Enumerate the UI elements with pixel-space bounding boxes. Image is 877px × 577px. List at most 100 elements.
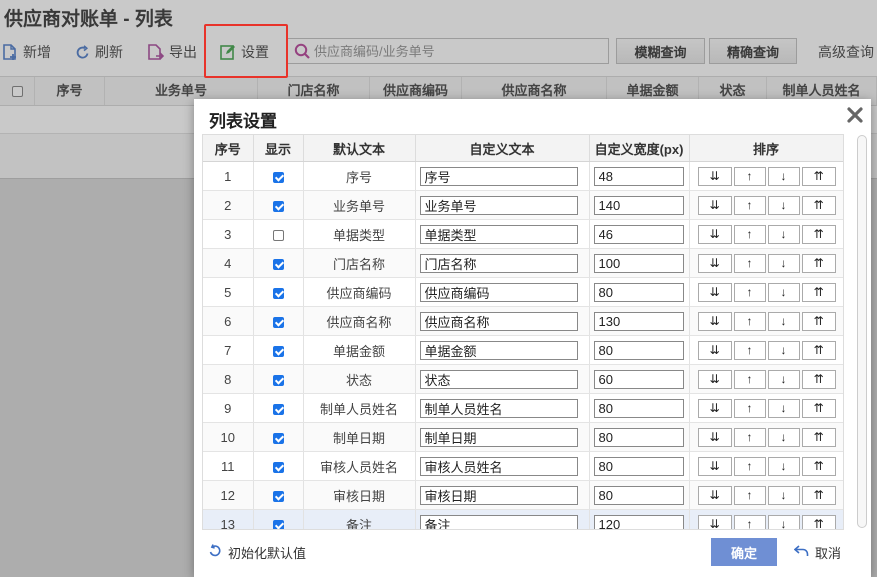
move-up-button[interactable]: ↑ (733, 398, 766, 418)
custom-text-input[interactable] (419, 485, 578, 505)
move-top-button[interactable]: ⇊ (697, 485, 732, 505)
init-default-button[interactable]: 初始化默认值 (208, 543, 306, 562)
move-up-button[interactable]: ↑ (733, 456, 766, 476)
move-down-button[interactable]: ↓ (767, 398, 800, 418)
move-bottom-button[interactable]: ⇈ (801, 166, 836, 186)
move-down-button[interactable]: ↓ (767, 340, 800, 360)
show-checkbox[interactable] (272, 519, 284, 529)
move-bottom-button[interactable]: ⇈ (801, 485, 836, 505)
move-up-button[interactable]: ↑ (733, 514, 766, 529)
custom-text-input[interactable] (419, 369, 578, 389)
move-top-button[interactable]: ⇊ (697, 369, 732, 389)
custom-width-input[interactable] (593, 166, 684, 186)
move-down-button[interactable]: ↓ (767, 369, 800, 389)
move-up-button[interactable]: ↑ (733, 427, 766, 447)
show-checkbox[interactable] (272, 345, 284, 357)
custom-width-input[interactable] (593, 427, 684, 447)
show-checkbox[interactable] (272, 461, 284, 473)
vertical-scrollbar[interactable] (857, 135, 867, 528)
custom-text-input[interactable] (419, 282, 578, 302)
show-checkbox[interactable] (272, 432, 284, 444)
move-top-button[interactable]: ⇊ (697, 282, 732, 302)
move-up-button[interactable]: ↑ (733, 282, 766, 302)
custom-width-input[interactable] (593, 311, 684, 331)
custom-width-input[interactable] (593, 253, 684, 273)
custom-width-input[interactable] (593, 456, 684, 476)
move-down-button[interactable]: ↓ (767, 224, 800, 244)
show-checkbox[interactable] (272, 490, 284, 502)
move-bottom-button[interactable]: ⇈ (801, 427, 836, 447)
custom-width-input[interactable] (593, 282, 684, 302)
move-down-button[interactable]: ↓ (767, 195, 800, 215)
custom-text-input[interactable] (419, 427, 578, 447)
move-up-button[interactable]: ↑ (733, 253, 766, 273)
move-up-button[interactable]: ↑ (733, 166, 766, 186)
move-bottom-button[interactable]: ⇈ (801, 311, 836, 331)
custom-text-input[interactable] (419, 340, 578, 360)
custom-width-input[interactable] (593, 398, 684, 418)
move-bottom-button[interactable]: ⇈ (801, 282, 836, 302)
move-down-button[interactable]: ↓ (767, 456, 800, 476)
move-bottom-button[interactable]: ⇈ (801, 514, 836, 529)
row-custom-text-cell (415, 451, 590, 481)
move-top-button[interactable]: ⇊ (697, 427, 732, 447)
show-checkbox[interactable] (272, 171, 284, 183)
move-down-button[interactable]: ↓ (767, 166, 800, 186)
move-down-button[interactable]: ↓ (767, 311, 800, 331)
custom-text-input[interactable] (419, 514, 578, 529)
show-checkbox[interactable] (272, 258, 284, 270)
close-icon[interactable] (847, 107, 863, 123)
show-checkbox[interactable] (272, 287, 284, 299)
custom-text-input[interactable] (419, 166, 578, 186)
move-top-button[interactable]: ⇊ (697, 514, 732, 529)
show-checkbox[interactable] (272, 229, 284, 241)
custom-width-input[interactable] (593, 340, 684, 360)
move-top-button[interactable]: ⇊ (697, 340, 732, 360)
move-top-button[interactable]: ⇊ (697, 224, 732, 244)
show-checkbox[interactable] (272, 316, 284, 328)
custom-text-input[interactable] (419, 398, 578, 418)
move-up-button[interactable]: ↑ (733, 369, 766, 389)
move-up-button[interactable]: ↑ (733, 340, 766, 360)
show-checkbox[interactable] (272, 403, 284, 415)
move-top-button[interactable]: ⇊ (697, 253, 732, 273)
custom-width-input[interactable] (593, 224, 684, 244)
move-up-button[interactable]: ↑ (733, 485, 766, 505)
move-up-button[interactable]: ↑ (733, 224, 766, 244)
move-top-button[interactable]: ⇊ (697, 456, 732, 476)
custom-width-input[interactable] (593, 369, 684, 389)
move-bottom-button[interactable]: ⇈ (801, 340, 836, 360)
ok-button[interactable]: 确定 (711, 538, 777, 566)
show-checkbox[interactable] (272, 200, 284, 212)
move-top-button[interactable]: ⇊ (697, 195, 732, 215)
move-bottom-button[interactable]: ⇈ (801, 253, 836, 273)
move-down-button[interactable]: ↓ (767, 253, 800, 273)
cancel-button[interactable]: 取消 (793, 543, 841, 562)
custom-text-input[interactable] (419, 311, 578, 331)
move-bottom-button[interactable]: ⇈ (801, 224, 836, 244)
move-down-button[interactable]: ↓ (767, 514, 800, 529)
move-down-button[interactable]: ↓ (767, 282, 800, 302)
row-no: 9 (203, 393, 254, 423)
move-up-button[interactable]: ↑ (733, 311, 766, 331)
custom-text-input[interactable] (419, 224, 578, 244)
row-default-text: 状态 (303, 364, 416, 394)
move-bottom-button[interactable]: ⇈ (801, 195, 836, 215)
custom-width-input[interactable] (593, 195, 684, 215)
move-bottom-button[interactable]: ⇈ (801, 398, 836, 418)
move-up-button[interactable]: ↑ (733, 195, 766, 215)
move-top-button[interactable]: ⇊ (697, 311, 732, 331)
custom-text-input[interactable] (419, 195, 578, 215)
custom-width-input[interactable] (593, 514, 684, 529)
show-checkbox[interactable] (272, 374, 284, 386)
move-bottom-button[interactable]: ⇈ (801, 369, 836, 389)
move-down-button[interactable]: ↓ (767, 485, 800, 505)
move-top-button[interactable]: ⇊ (697, 166, 732, 186)
move-bottom-button[interactable]: ⇈ (801, 456, 836, 476)
row-custom-width-cell (589, 393, 690, 423)
custom-width-input[interactable] (593, 485, 684, 505)
custom-text-input[interactable] (419, 253, 578, 273)
move-down-button[interactable]: ↓ (767, 427, 800, 447)
move-top-button[interactable]: ⇊ (697, 398, 732, 418)
custom-text-input[interactable] (419, 456, 578, 476)
